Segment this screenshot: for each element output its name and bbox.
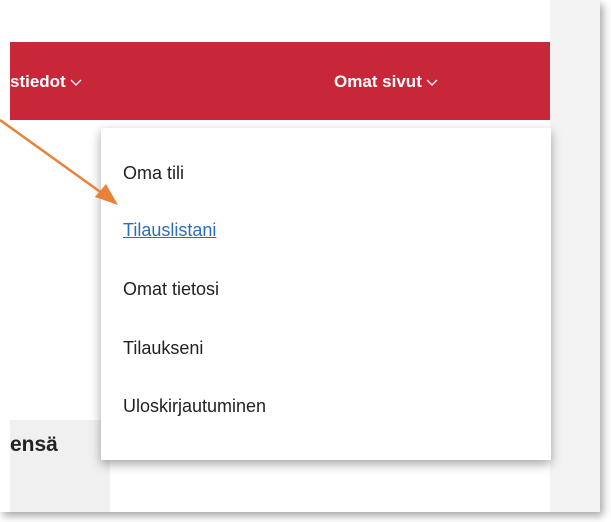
nav-item-yhteystiedot[interactable]: stiedot bbox=[10, 72, 82, 92]
menu-item-tilauslistani[interactable]: Tilauslistani bbox=[123, 220, 216, 241]
nav-item-label: stiedot bbox=[10, 72, 66, 91]
menu-item-uloskirjautuminen[interactable]: Uloskirjautuminen bbox=[123, 396, 266, 417]
menu-item-omat-tietosi[interactable]: Omat tietosi bbox=[123, 279, 219, 300]
omat-sivut-dropdown-menu: Oma tili Tilauslistani Omat tietosi Tila… bbox=[101, 128, 551, 460]
chevron-down-icon bbox=[426, 79, 438, 86]
main-navigation-bar: stiedot Omat sivut bbox=[10, 42, 550, 120]
nav-item-label: Omat sivut bbox=[334, 72, 422, 91]
page-background-strip bbox=[550, 0, 600, 512]
menu-item-oma-tili[interactable]: Oma tili bbox=[123, 163, 184, 184]
page-heading: ensä bbox=[10, 433, 58, 456]
browser-viewport: stiedot Omat sivut ensä Oma tili Tilausl… bbox=[0, 0, 600, 512]
chevron-down-icon bbox=[70, 79, 82, 86]
page-left-margin bbox=[0, 0, 10, 512]
nav-item-omat-sivut[interactable]: Omat sivut bbox=[334, 72, 438, 92]
menu-item-tilaukseni[interactable]: Tilaukseni bbox=[123, 338, 203, 359]
